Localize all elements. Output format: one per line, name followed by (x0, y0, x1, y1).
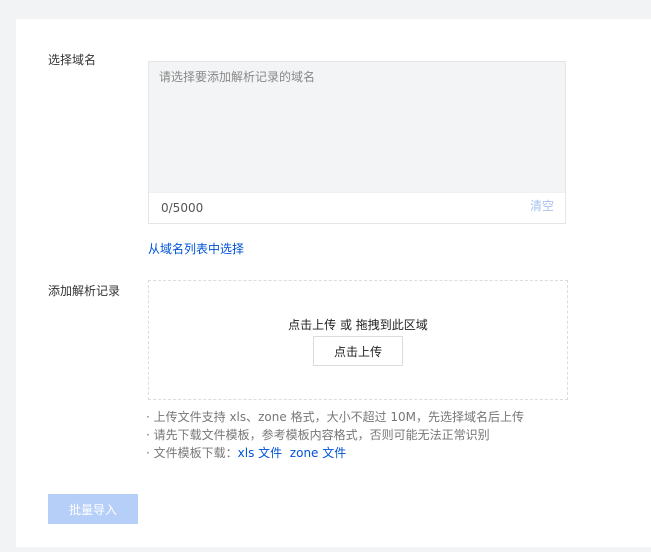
textarea-footer: 0/5000 清空 (149, 192, 565, 223)
domain-select-label: 选择域名 (48, 53, 97, 67)
upload-notes: · 上传文件支持 xls、zone 格式，大小不超过 10M，先选择域名后上传 … (146, 408, 524, 462)
batch-import-button[interactable]: 批量导入 (48, 494, 138, 524)
note-format: · 上传文件支持 xls、zone 格式，大小不超过 10M，先选择域名后上传 (146, 410, 525, 424)
char-counter: 0/5000 (161, 201, 204, 215)
note-template-hint: · 请先下载文件模板，参考模板内容格式，否则可能无法正常识别 (146, 428, 490, 442)
batch-import-form: 选择域名 0/5000 清空 从域名列表中选择 添加解析记录 点击上传 或 拖拽… (16, 19, 651, 547)
clear-button[interactable]: 清空 (530, 197, 554, 214)
upload-drop-zone[interactable]: 点击上传 或 拖拽到此区域 点击上传 (148, 280, 568, 400)
add-records-label: 添加解析记录 (48, 284, 121, 298)
note-template-download: · 文件模板下载：xls 文件 zone 文件 (146, 444, 524, 462)
template-download-prefix: · 文件模板下载： (146, 446, 238, 460)
xls-template-link[interactable]: xls 文件 (238, 446, 283, 460)
upload-drop-hint: 点击上传 或 拖拽到此区域 (288, 318, 428, 332)
pick-from-domain-list-link[interactable]: 从域名列表中选择 (148, 240, 244, 257)
upload-button[interactable]: 点击上传 (313, 336, 403, 366)
zone-template-link[interactable]: zone 文件 (290, 446, 346, 460)
domain-textarea[interactable] (149, 62, 565, 195)
domain-textarea-container: 0/5000 清空 (148, 61, 566, 224)
